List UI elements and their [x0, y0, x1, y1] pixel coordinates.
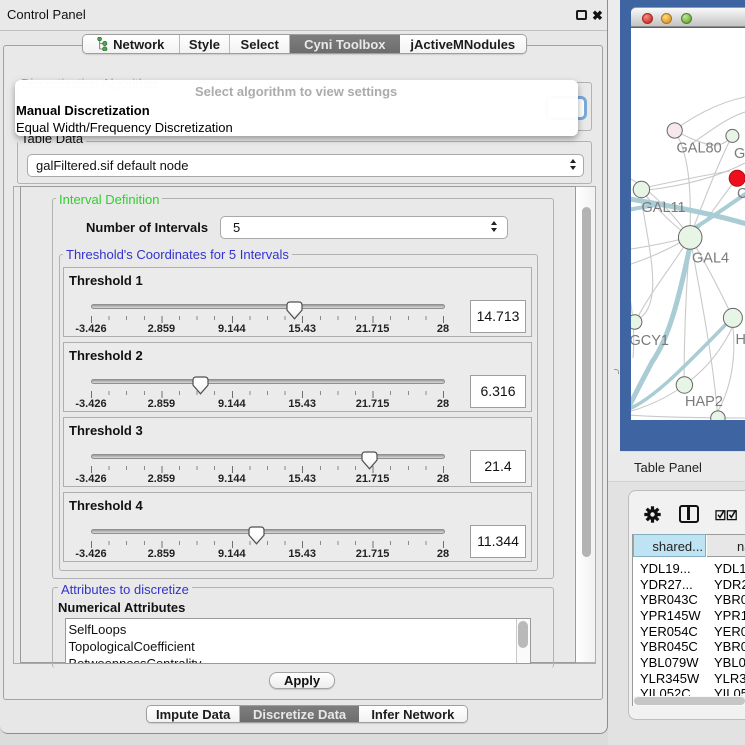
- svg-text:H: H: [736, 332, 745, 348]
- svg-text:G.: G.: [734, 146, 745, 162]
- svg-text:GAL4: GAL4: [692, 251, 729, 267]
- svg-text:C: C: [737, 186, 745, 202]
- svg-text:HAP2: HAP2: [685, 394, 723, 410]
- svg-text:GAL11: GAL11: [642, 200, 686, 216]
- svg-text:GCY1: GCY1: [631, 333, 669, 349]
- svg-text:GAL80: GAL80: [677, 141, 722, 157]
